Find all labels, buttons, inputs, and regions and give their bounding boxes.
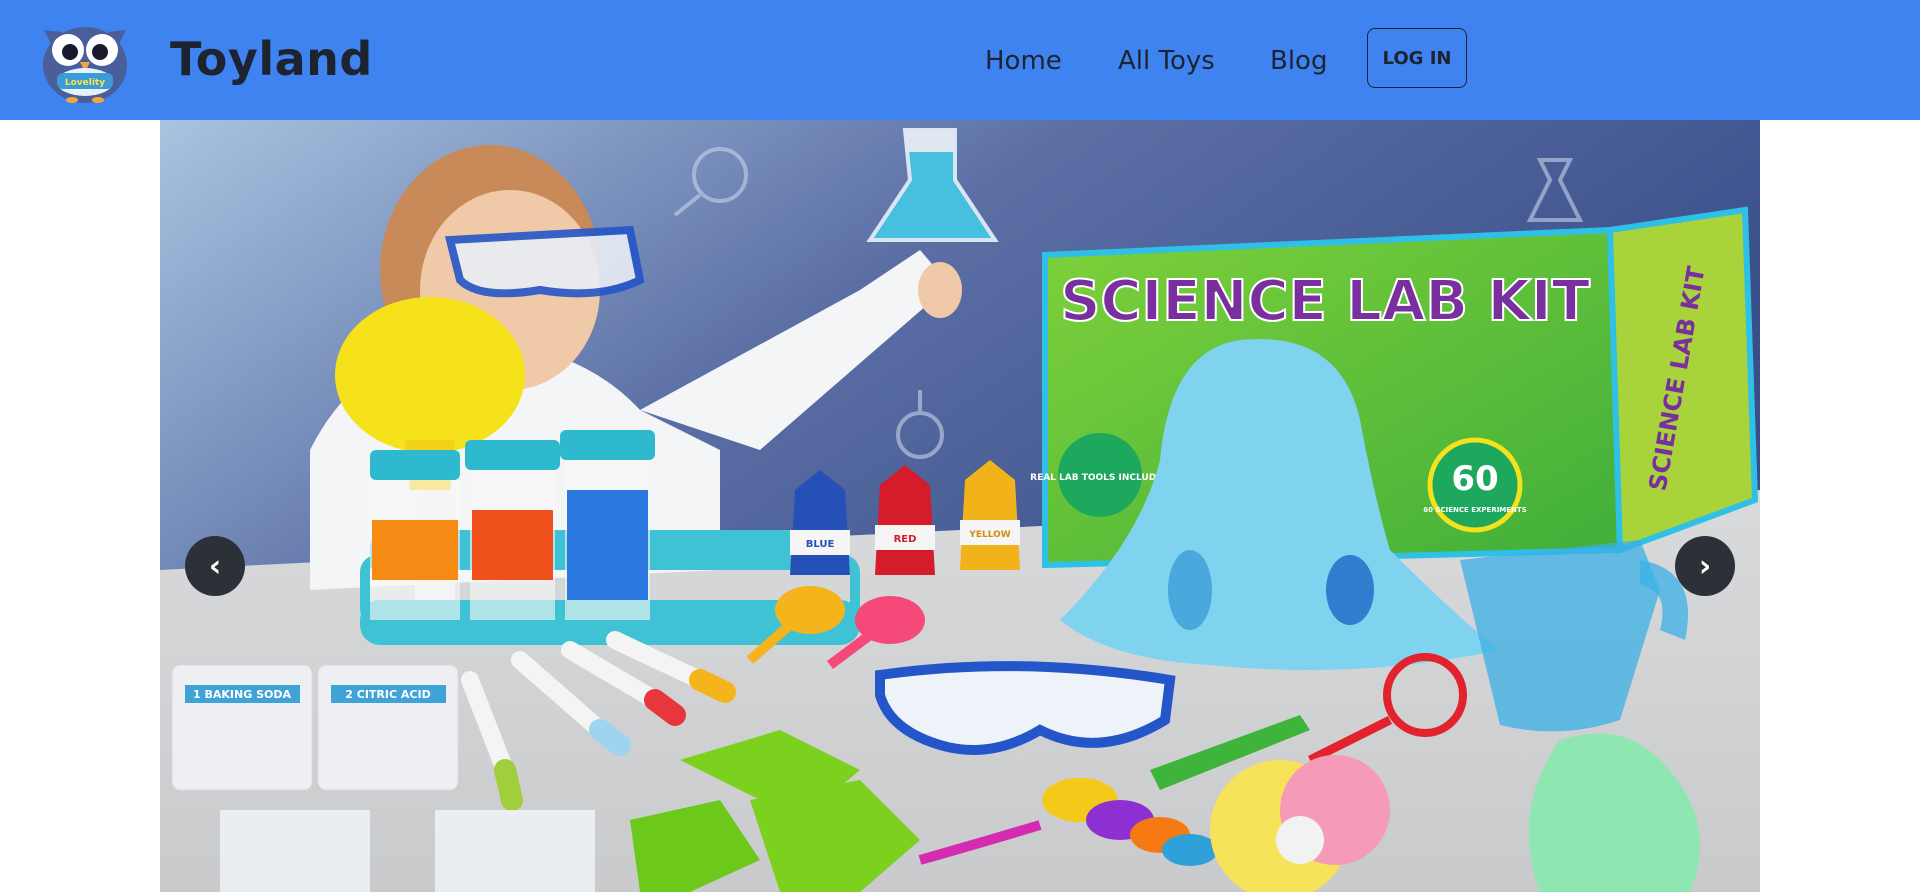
nav-all-toys-link[interactable]: All Toys — [1118, 46, 1215, 76]
navbar: Lovelity Toyland Home All Toys Blog LOG … — [0, 0, 1920, 120]
logo-text: Lovelity — [65, 78, 105, 88]
bottle-label-blue: BLUE — [806, 539, 835, 550]
owl-logo-icon[interactable]: Lovelity — [30, 10, 140, 104]
packet-2-label: 2 CITRIC ACID — [345, 688, 430, 701]
nav-home-link[interactable]: Home — [985, 46, 1062, 76]
packet-1-label: 1 BAKING SODA — [193, 688, 291, 701]
carousel-prev-button[interactable]: ‹ — [185, 536, 245, 596]
login-button[interactable]: LOG IN — [1367, 28, 1467, 88]
nav-blog-link[interactable]: Blog — [1270, 46, 1327, 76]
box-badge: 60 SCIENCE EXPERIMENTS — [1423, 506, 1526, 514]
brand-title[interactable]: Toyland — [170, 32, 373, 86]
box-title: SCIENCE LAB KIT — [1060, 269, 1590, 334]
box-tools-badge: REAL LAB TOOLS INCLUDED — [1030, 473, 1170, 483]
carousel-next-button[interactable]: › — [1675, 536, 1735, 596]
carousel-slide-image: BLUE RED YELLOW SCIENCE LAB KIT SCIENCE … — [160, 120, 1760, 892]
bottle-label-red: RED — [894, 534, 917, 545]
box-badge-number: 60 — [1451, 459, 1498, 499]
bottle-label-yellow: YELLOW — [968, 530, 1010, 540]
hero-carousel: BLUE RED YELLOW SCIENCE LAB KIT SCIENCE … — [160, 120, 1760, 892]
